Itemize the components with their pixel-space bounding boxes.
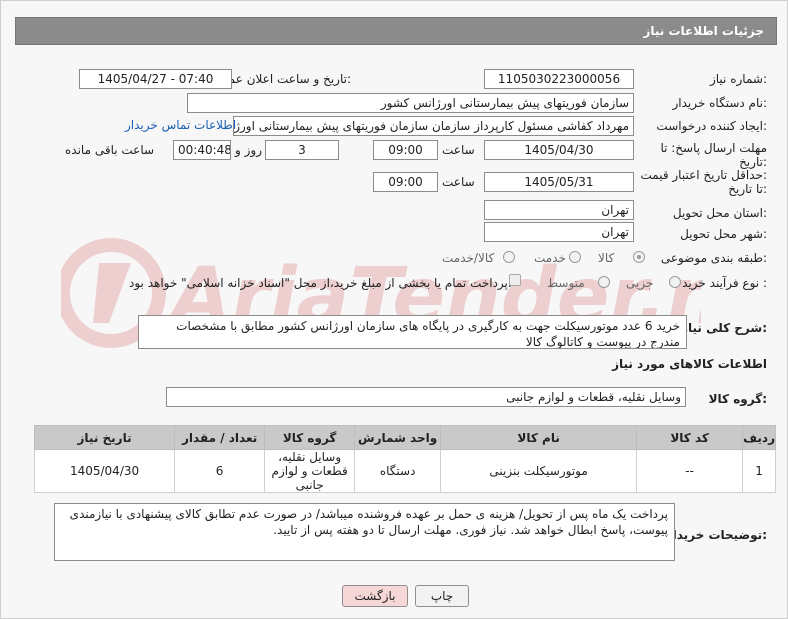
- province-label: استان محل تحویل:: [672, 206, 767, 220]
- price-validity-label-line1: حداقل تاریخ اعتبار قیمت:: [640, 168, 767, 182]
- category-radio-goods-service[interactable]: [503, 251, 515, 263]
- deadline-time-word: ساعت: [442, 143, 475, 157]
- creator-field[interactable]: مهرداد کفاشی مسئول کارپرداز سازمان سازما…: [233, 116, 634, 136]
- process-option-minor: جزیی: [626, 276, 654, 290]
- goods-group-label: گروه کالا:: [708, 392, 767, 406]
- goods-table: ردیف کد کالا نام کالا واحد شمارش گروه کا…: [33, 425, 776, 493]
- need-number-field[interactable]: 1105030223000056: [484, 69, 634, 89]
- buyer-notes-label: توضیحات خریدار:: [665, 528, 767, 542]
- cell-code: --: [636, 449, 744, 493]
- goods-group-field[interactable]: وسایل نقلیه، قطعات و لوازم جانبی: [166, 387, 686, 407]
- cell-unit: دستگاه: [354, 449, 442, 493]
- process-radio-minor[interactable]: [669, 276, 681, 288]
- goods-section-title: اطلاعات کالاهای مورد نیاز: [612, 357, 767, 371]
- cell-row: 1: [742, 449, 776, 493]
- category-radio-service[interactable]: [569, 251, 581, 263]
- category-option-goods-service: کالا/خدمت: [442, 251, 495, 265]
- price-validity-date-field[interactable]: 1405/05/31: [484, 172, 634, 192]
- city-label: شهر محل تحویل:: [680, 227, 767, 241]
- buyer-notes-textarea[interactable]: پرداخت یک ماه پس از تحویل/ هزینه ی حمل ب…: [54, 503, 675, 561]
- description-textarea[interactable]: خرید 6 عدد موتورسیکلت جهت به کارگیری در …: [138, 315, 687, 349]
- header-bar: جزئیات اطلاعات نیاز: [15, 17, 777, 45]
- col-header-unit: واحد شمارش: [354, 425, 442, 450]
- remaining-time-word: ساعت باقی مانده: [65, 143, 155, 157]
- price-validity-label-line2: تا تاریخ:: [728, 182, 767, 196]
- category-radio-goods[interactable]: [633, 251, 645, 263]
- category-option-service: خدمت: [534, 251, 566, 265]
- col-header-group: گروه کالا: [264, 425, 356, 450]
- process-radio-medium[interactable]: [598, 276, 610, 288]
- city-field[interactable]: تهران: [484, 222, 634, 242]
- remaining-time-field[interactable]: 00:40:48: [173, 140, 231, 160]
- days-field[interactable]: 3: [265, 140, 339, 160]
- watermark-logo-mark: [93, 263, 131, 323]
- contact-info-link[interactable]: اطلاعات تماس خریدار: [125, 118, 236, 132]
- province-field[interactable]: تهران: [484, 200, 634, 220]
- need-number-label: شماره نیاز:: [709, 72, 767, 86]
- deadline-date-field[interactable]: 1405/04/30: [484, 140, 634, 160]
- page-frame: جزئیات اطلاعات نیاز AriaTender.net شماره…: [0, 0, 788, 619]
- creator-label: ایجاد کننده درخواست:: [656, 119, 767, 133]
- print-button[interactable]: چاپ: [415, 585, 469, 607]
- cell-quantity: 6: [174, 449, 266, 493]
- cell-name: موتورسیکلت بنزینی: [440, 449, 638, 493]
- deadline-label-line2: تاریخ:: [739, 155, 767, 169]
- goods-table-header: ردیف کد کالا نام کالا واحد شمارش گروه کا…: [33, 425, 776, 450]
- days-word: روز و: [235, 143, 262, 157]
- category-option-goods: کالا: [598, 251, 615, 265]
- category-label: طبقه بندی موضوعی:: [660, 251, 767, 265]
- announce-field[interactable]: 1405/04/27 - 07:40: [79, 69, 232, 89]
- cell-need-date: 1405/04/30: [33, 449, 176, 493]
- col-header-quantity: تعداد / مقدار: [174, 425, 266, 450]
- col-header-need-date: تاریخ نیاز: [33, 425, 176, 450]
- deadline-time-field[interactable]: 09:00: [373, 140, 438, 160]
- deadline-label-line1: مهلت ارسال پاسخ: تا: [660, 141, 767, 155]
- process-type-label: نوع فرآیند خرید :: [682, 276, 767, 290]
- buyer-org-field[interactable]: سازمان فوریتهای پیش بیمارستانی اورژانس ک…: [187, 93, 634, 113]
- col-header-code: کد کالا: [636, 425, 744, 450]
- page-title: جزئیات اطلاعات نیاز: [643, 24, 764, 38]
- buyer-org-label: نام دستگاه خریدار:: [672, 96, 768, 110]
- description-label: شرح کلی نیاز:: [681, 321, 767, 335]
- col-header-row: ردیف: [742, 425, 776, 450]
- back-button[interactable]: بازگشت: [342, 585, 408, 607]
- col-header-name: نام کالا: [440, 425, 638, 450]
- price-validity-time-field[interactable]: 09:00: [373, 172, 438, 192]
- process-option-medium: متوسط: [547, 276, 585, 290]
- price-validity-time-word: ساعت: [442, 175, 475, 189]
- cell-group: وسایل نقلیه، قطعات و لوازم جانبی: [264, 449, 356, 493]
- process-note: پرداخت تمام یا بخشی از مبلغ خرید،از محل …: [129, 276, 512, 290]
- table-row: 1 -- موتورسیکلت بنزینی دستگاه وسایل نقلی…: [33, 449, 776, 493]
